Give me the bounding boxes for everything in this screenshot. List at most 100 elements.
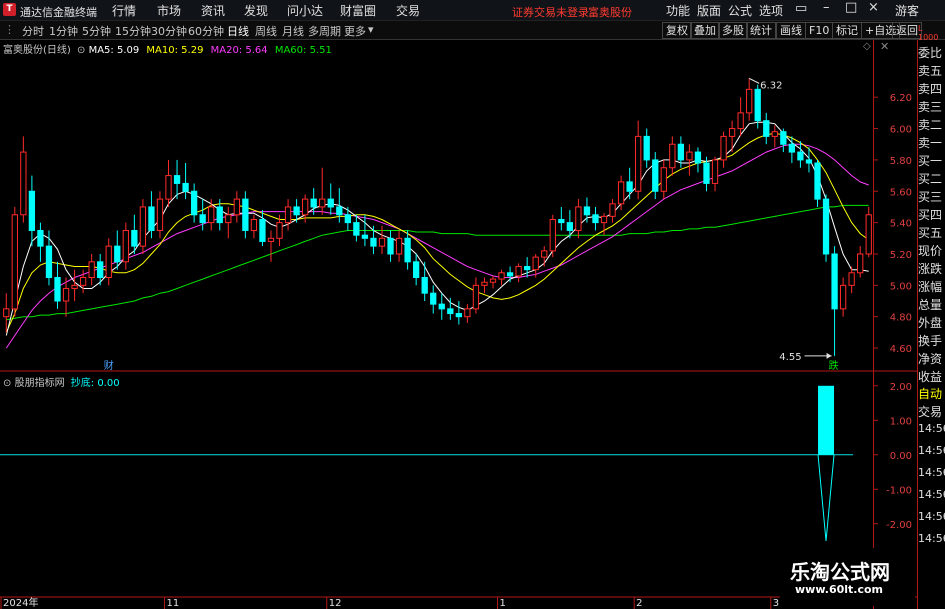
candle — [617, 181, 625, 205]
period-60min[interactable]: 60分钟 — [188, 23, 224, 39]
side-item[interactable]: 涨跌 — [918, 260, 945, 278]
menu-item-zixun[interactable]: 资讯 — [201, 2, 225, 19]
side-item[interactable]: 买五 — [918, 224, 945, 242]
period-30min[interactable]: 30分钟 — [151, 23, 187, 39]
menu-item-banmian[interactable]: 版面 — [697, 2, 721, 19]
price-tick-label: 6.00 — [890, 125, 912, 136]
candle — [848, 272, 855, 286]
auto-trade-line1[interactable]: 自动 — [918, 385, 945, 403]
indicator-axis: 2.00 1.00 0.00 -1.00 -2.00 — [873, 382, 912, 531]
side-item[interactable]: 外盘 — [918, 314, 945, 332]
candle — [327, 198, 334, 208]
side-item[interactable]: 卖三 — [918, 98, 945, 116]
menu-item-xuanxiang[interactable]: 选项 — [759, 2, 783, 19]
side-item[interactable]: 卖一 — [918, 134, 945, 152]
side-item[interactable]: 卖四 — [918, 80, 945, 98]
side-item[interactable]: 涨幅 — [918, 278, 945, 296]
side-item[interactable]: 买三 — [918, 188, 945, 206]
menu-item-hangqing[interactable]: 行情 — [112, 2, 136, 19]
candle — [387, 237, 394, 255]
side-item[interactable]: 换手 — [918, 332, 945, 350]
period-1min[interactable]: 1分钟 — [49, 23, 78, 39]
button-f10[interactable]: F10 — [805, 22, 834, 39]
side-item[interactable]: 买一 — [918, 152, 945, 170]
close-icon[interactable]: × — [868, 0, 879, 15]
menu-item-shichang[interactable]: 市场 — [157, 2, 181, 19]
menu-item-jiaoyi[interactable]: 交易 — [396, 2, 420, 19]
panel-close-icon[interactable]: ✕ — [880, 40, 889, 53]
period-weekly[interactable]: 周线 — [255, 23, 277, 39]
button-diejia[interactable]: 叠加 — [690, 22, 720, 39]
period-multi[interactable]: 多周期 — [308, 23, 341, 39]
side-item[interactable]: 委比 — [918, 44, 945, 62]
candle — [395, 237, 403, 255]
candle — [532, 256, 539, 271]
candlesticks — [3, 78, 872, 356]
time-tick-label: 12 — [329, 598, 342, 609]
side-item[interactable]: 卖二 — [918, 116, 945, 134]
side-item[interactable]: 现价 — [918, 242, 945, 260]
menu-item-gongneng[interactable]: 功能 — [666, 2, 690, 19]
candle — [797, 151, 804, 161]
menu-item-caifuquan[interactable]: 财富圈 — [340, 2, 376, 19]
candle — [575, 206, 582, 231]
candle — [276, 222, 283, 239]
maximize-icon[interactable]: □ — [845, 0, 857, 15]
side-item[interactable]: 买二 — [918, 170, 945, 188]
candle — [703, 162, 710, 184]
period-more[interactable]: 更多 — [344, 23, 366, 39]
candle — [20, 151, 27, 216]
period-daily[interactable]: 日线 — [227, 23, 249, 39]
event-marker-die: 跌 — [829, 359, 839, 372]
panel-settings-icon[interactable]: ◇ — [863, 41, 871, 52]
side-item[interactable]: 卖五 — [918, 62, 945, 80]
period-5min[interactable]: 5分钟 — [82, 23, 111, 39]
time-axis: 2024年 11 12 1 2 3 — [0, 596, 779, 609]
button-tongji[interactable]: 统计 — [746, 22, 776, 39]
period-15min[interactable]: 15分钟 — [115, 23, 151, 39]
kline-chart[interactable]: 6.20 6.00 5.80 5.60 5.40 5.20 5.00 4.80 4.60 2.0… — [0, 40, 945, 609]
button-duogu[interactable]: 多股 — [718, 22, 748, 39]
button-fuquan[interactable]: 复权 — [662, 22, 692, 39]
candle — [156, 198, 164, 231]
candle — [592, 214, 599, 224]
candle — [208, 206, 215, 224]
side-item[interactable]: 买四 — [918, 206, 945, 224]
menu-item-faxian[interactable]: 发现 — [244, 2, 268, 19]
price-tick-label: 6.20 — [890, 93, 912, 104]
legend-toggle-icon[interactable]: ⊙ — [77, 45, 85, 56]
period-fenshi[interactable]: 分时 — [22, 23, 44, 39]
candle — [62, 287, 70, 302]
side-item[interactable]: 总量 — [918, 296, 945, 314]
candle — [3, 308, 10, 318]
candle — [242, 198, 249, 231]
candle — [370, 237, 377, 247]
login-notice[interactable]: 证券交易未登录 — [512, 4, 589, 20]
time-tick-label: 2 — [636, 598, 642, 609]
more-chevron-icon[interactable]: ▾ — [368, 23, 374, 36]
dropdown-icon[interactable]: ▭ — [795, 1, 807, 16]
candle — [558, 218, 565, 224]
guest-label[interactable]: 游客 — [895, 2, 919, 19]
candle — [652, 159, 659, 192]
side-time: 14:56 — [918, 422, 945, 435]
button-biaoji[interactable]: 标记 — [832, 22, 862, 39]
main-panel-title: 富奥股份(日线) — [3, 45, 71, 56]
candle — [97, 261, 104, 278]
candle — [600, 215, 608, 224]
app-logo-icon: T — [3, 3, 16, 16]
auto-trade-label[interactable]: 自动 交易 — [918, 385, 945, 421]
title-bar: T 通达信金融终端 行情 市场 资讯 发现 问小达 财富圈 交易 证券交易未登录… — [0, 0, 945, 21]
candle — [165, 175, 172, 200]
candle — [549, 218, 556, 252]
side-item[interactable]: 收益 — [918, 368, 945, 386]
button-huaxian[interactable]: 画线 — [776, 22, 806, 39]
period-monthly[interactable]: 月线 — [282, 23, 304, 39]
minimize-icon[interactable]: – — [823, 0, 830, 15]
candle — [122, 229, 129, 263]
side-item[interactable]: 净资 — [918, 350, 945, 368]
sub-legend-toggle-icon[interactable]: ⊙ — [3, 378, 11, 389]
menu-item-gongshi[interactable]: 公式 — [728, 2, 752, 19]
candle — [28, 190, 36, 231]
menu-item-wenxiaoda[interactable]: 问小达 — [287, 2, 323, 19]
